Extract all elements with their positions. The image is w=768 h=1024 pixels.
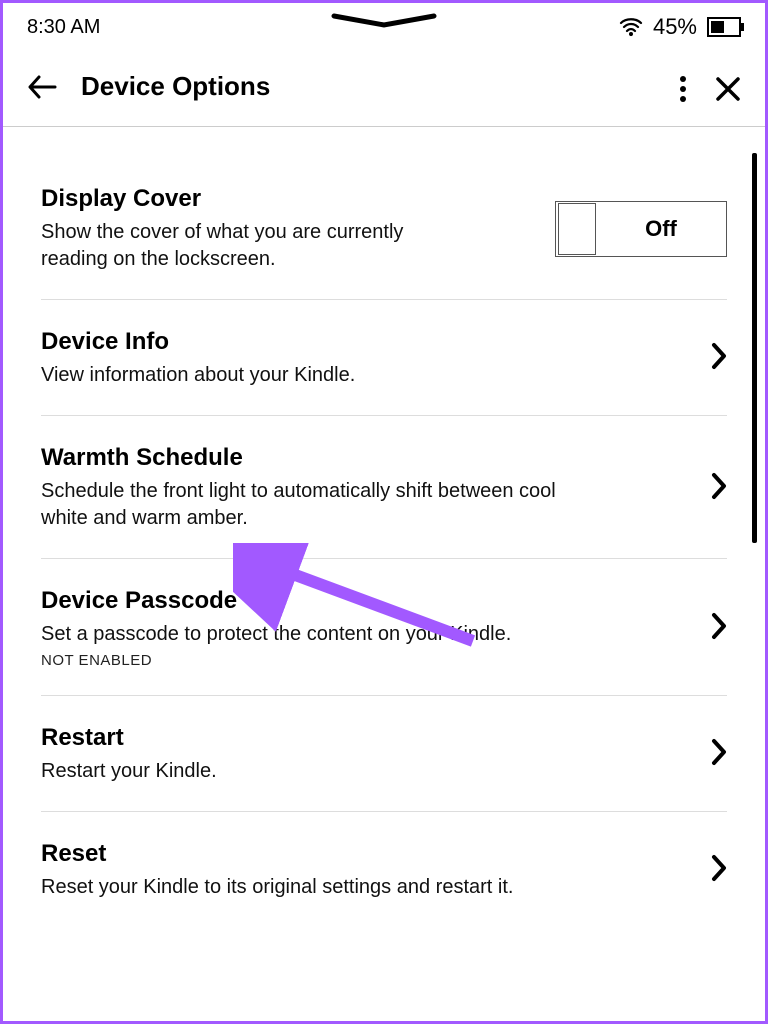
arrow-left-icon bbox=[27, 74, 57, 100]
display-cover-toggle[interactable]: Off bbox=[555, 201, 727, 257]
close-button[interactable] bbox=[715, 76, 741, 102]
chevron-right-icon bbox=[711, 854, 727, 887]
row-title: Warmth Schedule bbox=[41, 444, 691, 472]
row-restart[interactable]: Restart Restart your Kindle. bbox=[41, 696, 727, 812]
row-status: NOT ENABLED bbox=[41, 652, 691, 669]
chevron-right-icon bbox=[711, 472, 727, 505]
row-subtitle: View information about your Kindle. bbox=[41, 362, 601, 389]
close-icon bbox=[715, 76, 741, 102]
row-title: Display Cover bbox=[41, 185, 535, 213]
row-subtitle: Schedule the front light to automaticall… bbox=[41, 478, 601, 532]
battery-icon bbox=[707, 17, 745, 37]
chevron-right-icon bbox=[711, 342, 727, 375]
toggle-state: Off bbox=[596, 216, 726, 242]
row-reset[interactable]: Reset Reset your Kindle to its original … bbox=[41, 812, 727, 927]
chevron-right-icon bbox=[711, 738, 727, 771]
wifi-icon bbox=[619, 17, 643, 37]
scrollbar[interactable] bbox=[752, 153, 757, 543]
row-device-passcode[interactable]: Device Passcode Set a passcode to protec… bbox=[41, 559, 727, 696]
page-title: Device Options bbox=[81, 71, 270, 102]
row-subtitle: Restart your Kindle. bbox=[41, 758, 601, 785]
kebab-icon bbox=[679, 75, 687, 103]
page-header: Device Options bbox=[3, 51, 765, 127]
clock-time: 8:30 AM bbox=[27, 16, 100, 39]
toggle-knob bbox=[558, 203, 596, 255]
row-device-info[interactable]: Device Info View information about your … bbox=[41, 300, 727, 416]
row-title: Device Passcode bbox=[41, 587, 691, 615]
row-warmth-schedule[interactable]: Warmth Schedule Schedule the front light… bbox=[41, 416, 727, 559]
row-title: Restart bbox=[41, 724, 691, 752]
row-title: Device Info bbox=[41, 328, 691, 356]
row-subtitle: Reset your Kindle to its original settin… bbox=[41, 874, 601, 901]
row-subtitle: Set a passcode to protect the content on… bbox=[41, 621, 601, 648]
chevron-right-icon bbox=[711, 612, 727, 645]
battery-percent: 45% bbox=[653, 14, 697, 40]
overflow-menu-button[interactable] bbox=[679, 75, 687, 103]
row-display-cover[interactable]: Display Cover Show the cover of what you… bbox=[41, 157, 727, 300]
settings-list: Display Cover Show the cover of what you… bbox=[3, 157, 765, 927]
row-subtitle: Show the cover of what you are currently… bbox=[41, 219, 441, 273]
row-title: Reset bbox=[41, 840, 691, 868]
back-button[interactable] bbox=[27, 74, 57, 100]
pulldown-handle-icon[interactable] bbox=[329, 13, 439, 34]
